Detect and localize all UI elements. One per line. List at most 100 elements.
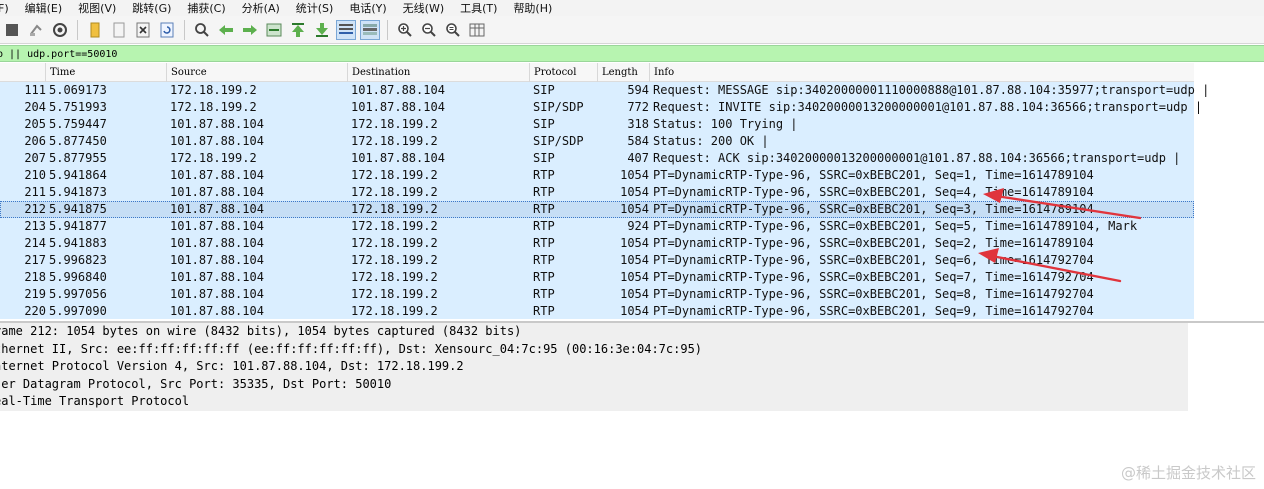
resize-columns-icon[interactable] [467, 20, 487, 40]
menu-edit[interactable]: 编辑(E) [17, 0, 71, 16]
go-to-packet-icon[interactable] [264, 20, 284, 40]
packet-time: 5.759447 [49, 117, 107, 131]
packet-time: 5.877450 [49, 134, 107, 148]
column-header-no[interactable] [0, 63, 45, 82]
restart-icon[interactable] [26, 20, 46, 40]
open-file-icon[interactable] [85, 20, 105, 40]
packet-row[interactable]: 111 5.069173 172.18.199.2 101.87.88.104 SIP 5… [0, 82, 1209, 99]
colorize-icon[interactable] [360, 19, 380, 40]
reload-icon[interactable] [157, 20, 177, 40]
column-header-info[interactable]: Info [649, 63, 1194, 82]
packet-row[interactable]: 214 5.941883 101.87.88.104 172.18.199.2 RTP 1… [0, 235, 1194, 252]
packet-protocol: RTP [533, 236, 555, 250]
autoscroll-icon[interactable] [336, 19, 356, 40]
packet-length: 1054 [620, 168, 649, 182]
packet-protocol: RTP [533, 219, 555, 233]
packet-row[interactable]: 205 5.759447 101.87.88.104 172.18.199.2 SIP 3… [0, 116, 1194, 133]
packet-number: 111 [24, 83, 46, 97]
packet-row[interactable]: 220 5.997090 101.87.88.104 172.18.199.2 RTP 1… [0, 303, 1194, 319]
menu-bar: F) 编辑(E) 视图(V) 跳转(G) 捕获(C) 分析(A) 统计(S) 电… [0, 0, 1264, 16]
packet-length: 407 [627, 151, 649, 165]
stop-icon[interactable] [2, 20, 22, 40]
back-icon[interactable] [216, 20, 236, 40]
packet-number: 204 [24, 100, 46, 114]
detail-udp[interactable]: ser Datagram Protocol, Src Port: 35335, … [0, 375, 1188, 393]
normal-size-icon[interactable] [443, 20, 463, 40]
menu-analyze[interactable]: 分析(A) [234, 0, 288, 16]
menu-view[interactable]: 视图(V) [70, 0, 124, 16]
column-header-length[interactable]: Length [597, 63, 649, 82]
packet-protocol: SIP/SDP [533, 100, 584, 114]
menu-file[interactable]: F) [0, 2, 17, 15]
packet-row[interactable]: 218 5.996840 101.87.88.104 172.18.199.2 RTP 1… [0, 269, 1194, 286]
packet-number: 210 [24, 168, 46, 182]
packet-length: 1054 [620, 202, 649, 216]
packet-source: 101.87.88.104 [170, 236, 264, 250]
detail-frame[interactable]: rame 212: 1054 bytes on wire (8432 bits)… [0, 323, 1188, 341]
packet-row[interactable]: 206 5.877450 101.87.88.104 172.18.199.2 SIP/… [0, 133, 1194, 150]
menu-tools[interactable]: 工具(T) [452, 0, 505, 16]
menu-help[interactable]: 帮助(H) [505, 0, 560, 16]
menu-go[interactable]: 跳转(G) [124, 0, 179, 16]
packet-info: Status: 200 OK | [653, 134, 769, 148]
menu-capture[interactable]: 捕获(C) [179, 0, 233, 16]
column-header-time[interactable]: Time [45, 63, 166, 82]
menu-statistics[interactable]: 统计(S) [288, 0, 342, 16]
zoom-in-icon[interactable] [395, 20, 415, 40]
packet-destination: 172.18.199.2 [351, 304, 438, 318]
packet-time: 5.996840 [49, 270, 107, 284]
column-header-destination[interactable]: Destination [347, 63, 529, 82]
packet-row[interactable]: 210 5.941864 101.87.88.104 172.18.199.2 RTP 1… [0, 167, 1194, 184]
packet-time: 5.997056 [49, 287, 107, 301]
last-packet-icon[interactable] [312, 20, 332, 40]
packet-info: PT=DynamicRTP-Type-96, SSRC=0xBEBC201, S… [653, 219, 1138, 233]
close-file-icon[interactable] [133, 20, 153, 40]
packet-destination: 172.18.199.2 [351, 219, 438, 233]
packet-source: 172.18.199.2 [170, 100, 257, 114]
detail-rtp[interactable]: eal-Time Transport Protocol [0, 393, 1188, 411]
toolbar-separator [387, 19, 388, 40]
packet-length: 1054 [620, 185, 649, 199]
first-packet-icon[interactable] [288, 20, 308, 40]
menu-telephony[interactable]: 电话(Y) [341, 0, 394, 16]
packet-list: Time Source Destination Protocol Length … [0, 63, 1264, 319]
packet-source: 101.87.88.104 [170, 287, 264, 301]
packet-row[interactable]: 204 5.751993 172.18.199.2 101.87.88.104 SIP/… [0, 99, 1202, 116]
packet-source: 101.87.88.104 [170, 270, 264, 284]
packet-time: 5.941883 [49, 236, 107, 250]
packet-source: 101.87.88.104 [170, 117, 264, 131]
file-icon[interactable] [109, 20, 129, 40]
packet-time: 5.877955 [49, 151, 107, 165]
forward-icon[interactable] [240, 20, 260, 40]
packet-protocol: RTP [533, 253, 555, 267]
packet-row[interactable]: 207 5.877955 172.18.199.2 101.87.88.104 SIP 4… [0, 150, 1194, 167]
detail-ipv4[interactable]: nternet Protocol Version 4, Src: 101.87.… [0, 358, 1188, 376]
detail-ethernet[interactable]: thernet II, Src: ee:ff:ff:ff:ff:ff (ee:f… [0, 340, 1188, 358]
menu-wireless[interactable]: 无线(W) [395, 0, 452, 16]
packet-length: 1054 [620, 287, 649, 301]
packet-number: 218 [24, 270, 46, 284]
packet-info: PT=DynamicRTP-Type-96, SSRC=0xBEBC201, S… [653, 253, 1094, 267]
packet-time: 5.941877 [49, 219, 107, 233]
packet-row[interactable]: 211 5.941873 101.87.88.104 172.18.199.2 RTP 1… [0, 184, 1194, 201]
find-icon[interactable] [192, 20, 212, 40]
packet-protocol: SIP/SDP [533, 134, 584, 148]
display-filter-input[interactable] [0, 47, 1197, 62]
packet-destination: 101.87.88.104 [351, 100, 445, 114]
packet-rows: 111 5.069173 172.18.199.2 101.87.88.104 SIP 5… [0, 82, 1264, 319]
column-header-source[interactable]: Source [166, 63, 347, 82]
packet-row[interactable]: 219 5.997056 101.87.88.104 172.18.199.2 RTP 1… [0, 286, 1194, 303]
options-icon[interactable] [50, 20, 70, 40]
packet-protocol: RTP [533, 287, 555, 301]
packet-protocol: RTP [533, 168, 555, 182]
packet-number: 220 [24, 304, 46, 318]
column-header-protocol[interactable]: Protocol [529, 63, 597, 82]
packet-row[interactable]: 213 5.941877 101.87.88.104 172.18.199.2 RTP 9… [0, 218, 1194, 235]
packet-info: Request: ACK sip:34020000013200000001@10… [653, 151, 1181, 165]
packet-row[interactable]: 212 5.941875 101.87.88.104 172.18.199.2 RTP 1… [0, 201, 1194, 218]
packet-time: 5.996823 [49, 253, 107, 267]
packet-source: 172.18.199.2 [170, 83, 257, 97]
zoom-out-icon[interactable] [419, 20, 439, 40]
packet-number: 212 [24, 202, 46, 216]
packet-row[interactable]: 217 5.996823 101.87.88.104 172.18.199.2 RTP 1… [0, 252, 1194, 269]
